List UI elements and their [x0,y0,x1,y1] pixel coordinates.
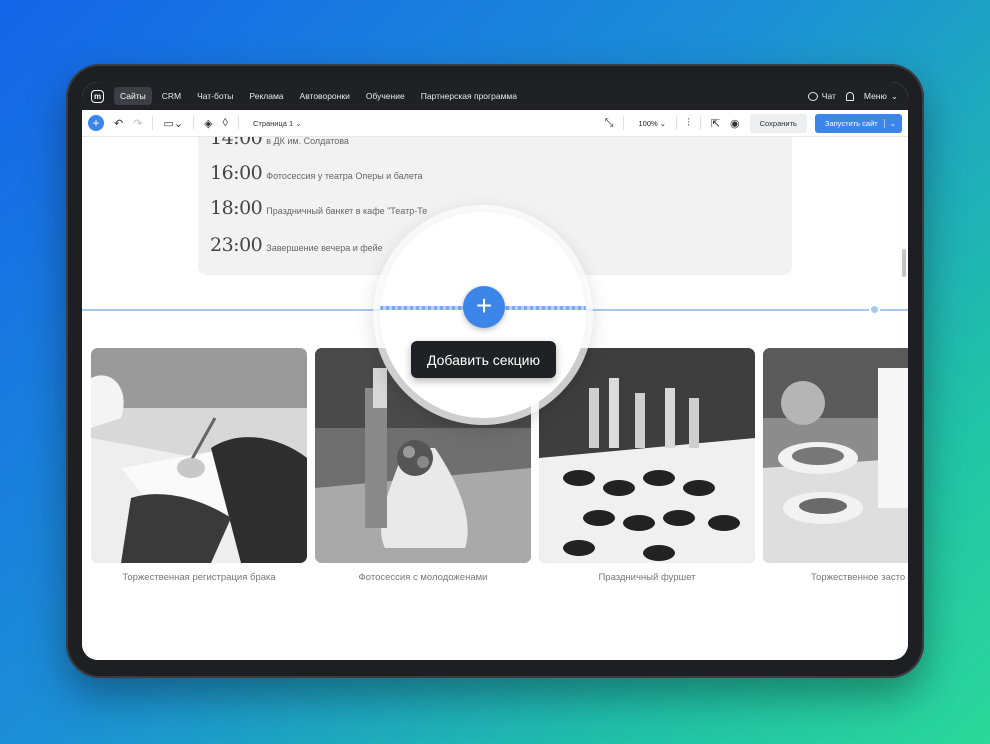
add-section-button[interactable]: + [463,286,505,328]
preview-eye-icon[interactable]: ◉ [730,117,740,130]
nav-item-crm[interactable]: CRM [156,87,187,105]
section-handle-icon[interactable] [869,304,880,315]
schedule-desc: Фотосессия у театра Оперы и балета [266,171,423,181]
top-nav: m Сайты CRM Чат-боты Реклама Автоворонки… [82,82,908,110]
editor-toolbar: + ↶ ↷ ▭⌄ ◈ ◊ Страница 1 ⌄ ⤡ 100% ⌄ ⫶ ⇱ ◉… [82,110,908,137]
settings-sliders-icon[interactable]: ⫶ [687,117,690,130]
chevron-down-icon: ⌄ [890,90,898,101]
schedule-desc: в ДК им. Солдатова [266,137,349,146]
schedule-desc: Праздничный банкет в кафе "Театр-Те [266,206,428,216]
nav-item-learning[interactable]: Обучение [360,87,411,105]
open-external-icon[interactable]: ⇱ [711,117,720,130]
toolbar-right: ⤡ 100% ⌄ ⫶ ⇱ ◉ Сохранить Запустить сайт … [595,113,908,133]
color-drop-icon[interactable]: ◊ [223,117,228,129]
schedule-time: 18:00 [210,197,263,219]
schedule-time: 23:00 [210,234,263,256]
chat-button[interactable]: Чат [807,91,836,101]
chevron-down-icon: ⌄ [295,118,302,128]
collapse-icon[interactable]: ⤡ [605,117,614,130]
layers-icon[interactable]: ◈ [204,117,212,130]
divider [237,116,239,130]
divider [699,116,701,130]
nav-item-sites[interactable]: Сайты [114,87,152,105]
schedule-row: 23:00 Завершение вечера и фейе [210,234,383,256]
scrollbar[interactable] [902,249,906,277]
card-caption: Праздничный фуршет [598,572,696,583]
card-caption: Торжественное засто [811,572,906,583]
page-select-value: Страница 1 [252,118,294,128]
app-logo-icon[interactable]: m [91,89,104,103]
redo-icon[interactable]: ↷ [133,117,142,130]
nav-item-autofunnels[interactable]: Автоворонки [294,87,356,105]
zoom-select[interactable]: 100% ⌄ [638,119,666,128]
divider [152,116,154,130]
nav-item-chatbots[interactable]: Чат-боты [191,87,239,105]
chat-label: Чат [821,91,836,101]
launch-site-button[interactable]: Запустить сайт ⌄ [814,113,902,133]
launch-site-label: Запустить сайт [824,118,878,128]
divider [676,116,678,130]
nav-right: Чат Меню ⌄ [807,91,898,102]
gallery-card-photo[interactable] [91,348,307,563]
schedule-row: 16:00 Фотосессия у театра Оперы и балета [210,162,423,184]
schedule-desc: Завершение вечера и фейе [266,243,383,253]
save-button[interactable]: Сохранить [749,113,807,133]
schedule-row: 18:00 Праздничный банкет в кафе "Театр-Т… [210,197,427,219]
bell-icon[interactable] [845,91,854,101]
chevron-down-icon[interactable]: ⌄ [883,118,896,128]
signing-photo-icon [91,348,307,563]
gallery-card-photo[interactable] [763,348,908,563]
add-block-button[interactable]: + [88,115,104,131]
card-caption: Торжественная регистрация брака [122,572,276,583]
chat-icon [807,91,818,101]
magnifier-lens: + [380,212,586,418]
buffet-photo-icon [539,348,755,563]
nav-item-ads[interactable]: Реклама [243,87,289,105]
menu-button[interactable]: Меню ⌄ [864,91,898,102]
page-select[interactable]: Страница 1 ⌄ [253,119,302,128]
divider [193,116,195,130]
card-caption: Фотосессия с молодоженами [358,572,488,583]
zoom-value: 100% [638,118,658,128]
nav-item-partner[interactable]: Партнерская программа [415,87,523,105]
menu-label: Меню [863,91,887,101]
schedule-time: 16:00 [210,162,263,184]
undo-icon[interactable]: ↶ [114,117,123,130]
divider [623,116,625,130]
banquet-photo-icon [763,348,908,563]
schedule-time: 14:00 [210,137,263,149]
add-section-tooltip: Добавить секцию [411,341,556,378]
gallery-card-photo[interactable] [539,348,755,563]
schedule-row: 14:00 в ДК им. Солдатова [210,137,349,149]
chevron-down-icon: ⌄ [659,118,667,128]
device-desktop-icon[interactable]: ▭⌄ [163,117,183,130]
